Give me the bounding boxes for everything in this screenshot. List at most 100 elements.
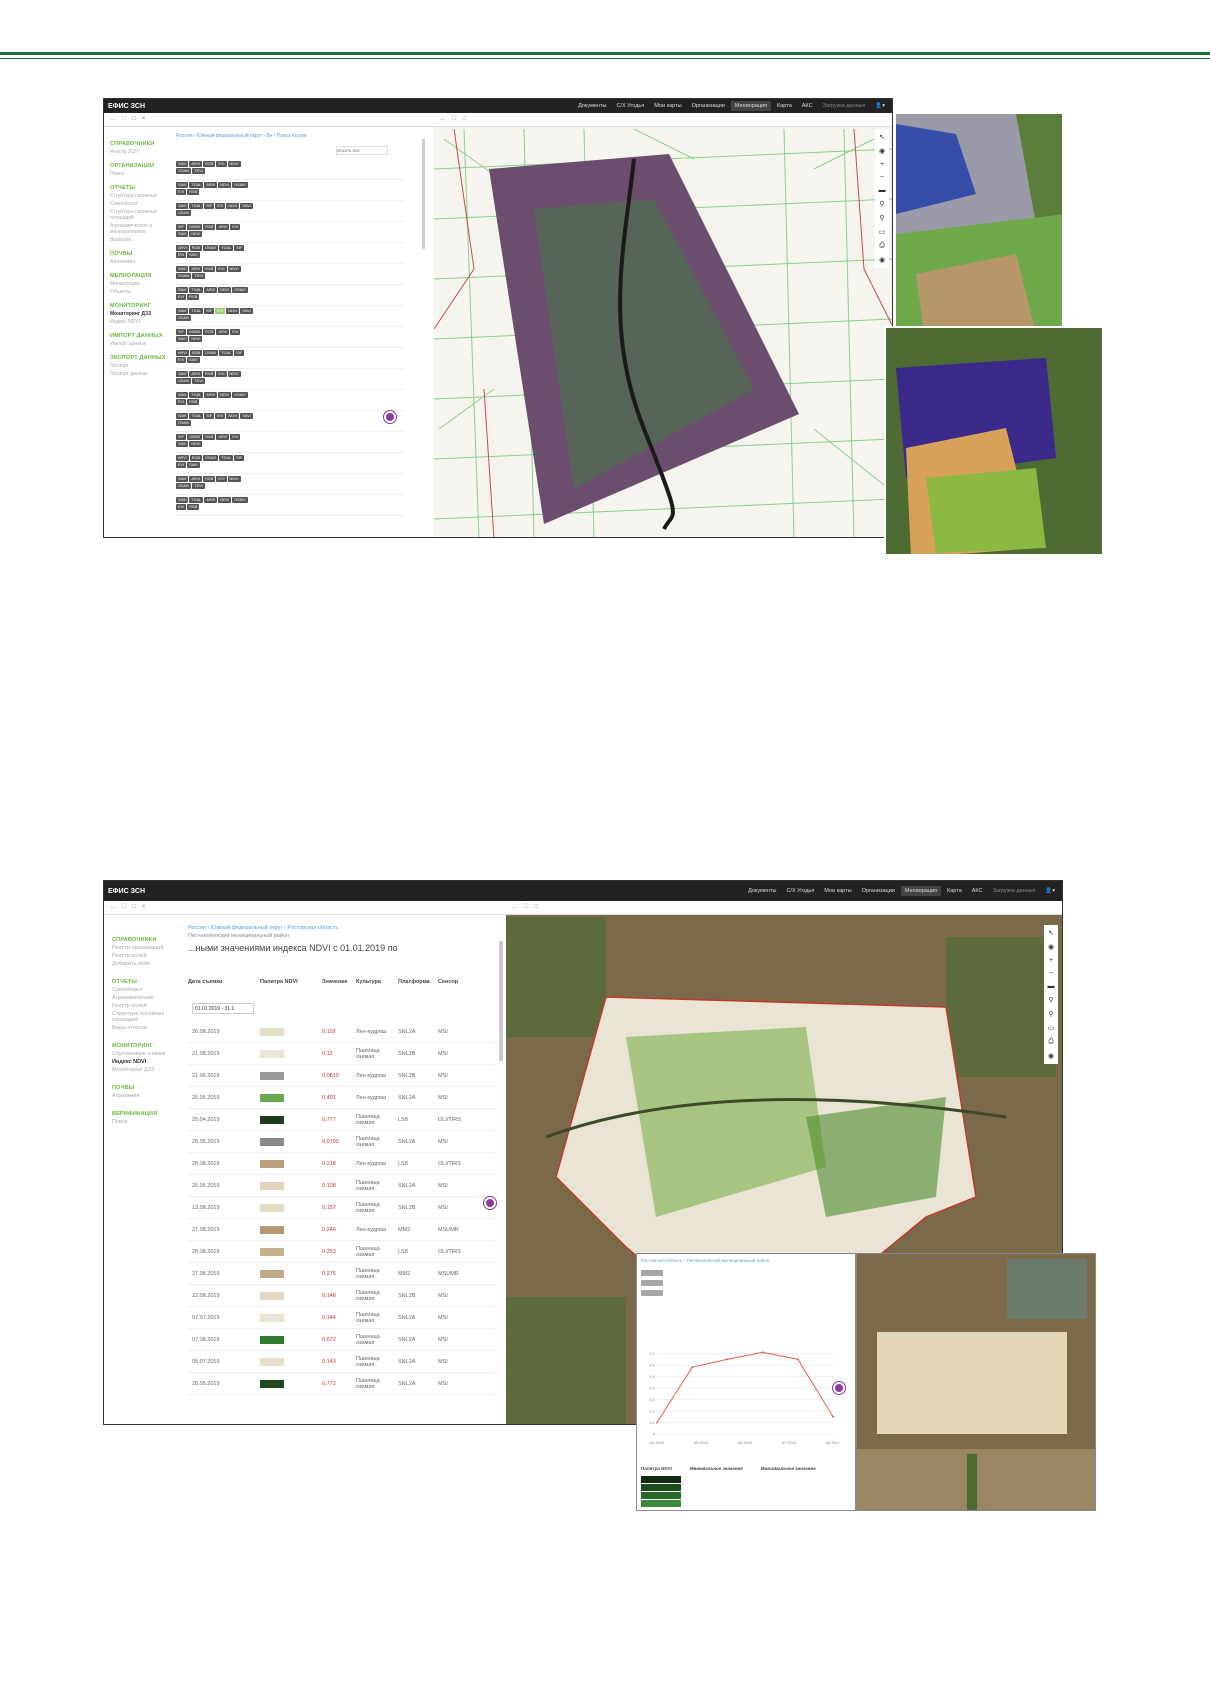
- table-row[interactable]: SAVI TGAL ARVI NDVI OSAVI EVI RGB: [176, 495, 404, 516]
- index-tag[interactable]: EVI: [176, 357, 187, 363]
- index-tag[interactable]: SAVI: [176, 441, 189, 447]
- table-row[interactable]: ARVI RGB OSAVI TGAL SIF EVI SAVI: [176, 243, 404, 264]
- index-tag[interactable]: NDVI: [189, 441, 203, 447]
- breadcrumb[interactable]: Россия › Южный федеральный округ › Росто…: [188, 925, 338, 931]
- index-tag[interactable]: SAVI: [176, 497, 189, 503]
- sidebar-heading[interactable]: ВЕРИФИКАЦИЯ: [112, 1111, 182, 1117]
- table-scrollbar[interactable]: [499, 941, 503, 1061]
- index-tag[interactable]: OSAVI: [203, 245, 219, 251]
- location-icon[interactable]: ◉: [1048, 1052, 1054, 1060]
- index-tag[interactable]: EVI: [176, 399, 187, 405]
- table-row[interactable]: SAVI ARVI RGB EVI NDVI OSAVI TDVI: [176, 159, 404, 180]
- table-row[interactable]: SIF OSAVI RGB ARVI EVI SAVI NDVI: [176, 432, 404, 453]
- back-icon[interactable]: ←: [110, 116, 116, 123]
- index-tag[interactable]: OSAVI: [203, 350, 219, 356]
- index-tag[interactable]: TDVI: [192, 483, 205, 489]
- window-icon[interactable]: □: [534, 904, 538, 911]
- nav-organizations[interactable]: Организации: [858, 886, 899, 896]
- close-icon[interactable]: ×: [142, 904, 146, 911]
- index-tag[interactable]: TGAL: [219, 245, 234, 251]
- index-tag[interactable]: SAVI: [176, 476, 189, 482]
- index-tag[interactable]: SIF: [176, 224, 186, 230]
- print-icon[interactable]: ⎙: [879, 242, 885, 250]
- index-tag[interactable]: RGB: [203, 329, 216, 335]
- pin-icon[interactable]: ⚲: [1048, 996, 1053, 1004]
- ndvi-point[interactable]: [832, 1415, 834, 1418]
- index-tag[interactable]: EVI: [230, 434, 241, 440]
- index-tag[interactable]: SAVI: [176, 371, 189, 377]
- table-row[interactable]: SAVI ARVI RGB EVI NDVI OSAVI TDVI: [176, 264, 404, 285]
- sidebar-heading[interactable]: ОТЧЕТЫ: [110, 185, 172, 191]
- zoom-in-icon[interactable]: +: [1049, 957, 1053, 964]
- sidebar-item[interactable]: Структура посевных площадей: [110, 209, 172, 221]
- sidebar-item[interactable]: Реестр полей: [112, 1003, 182, 1009]
- pin-icon[interactable]: ⚲: [879, 200, 884, 208]
- index-tag[interactable]: NDVI: [189, 336, 203, 342]
- table-row[interactable]: SIF OSAVI RGB ARVI EVI SAVI NDVI: [176, 327, 404, 348]
- layers-icon[interactable]: ◉: [1048, 943, 1054, 951]
- index-tag[interactable]: ARVI: [216, 434, 230, 440]
- expand-icon[interactable]: ⛶: [122, 116, 126, 123]
- index-tag[interactable]: TDVI: [192, 273, 205, 279]
- ndvi-point[interactable]: [691, 1366, 694, 1369]
- sidebar-item[interactable]: Импорт данных: [110, 341, 172, 347]
- map-panel[interactable]: ← ⛶ □: [434, 113, 892, 537]
- index-tag[interactable]: RGB: [203, 476, 216, 482]
- index-tag[interactable]: EVI: [216, 266, 227, 272]
- index-tag[interactable]: ARVI: [204, 182, 218, 188]
- sidebar-item[interactable]: Индекс NDVI: [110, 319, 172, 325]
- index-tag[interactable]: ARVI: [176, 245, 189, 251]
- nav-map[interactable]: Карта: [943, 886, 966, 896]
- table-row[interactable]: 26.05.2019 0.108 Пшеница озимая SNL2A MSI: [188, 1175, 498, 1197]
- index-tag[interactable]: TGAL: [189, 392, 204, 398]
- nav-organizations[interactable]: Организации: [688, 101, 729, 111]
- index-tag[interactable]: SAVI: [176, 266, 189, 272]
- index-tag[interactable]: OSAVI: [232, 497, 248, 503]
- index-tag[interactable]: EVI: [215, 203, 226, 209]
- nav-melioration[interactable]: Мелиорация: [730, 101, 772, 111]
- select-icon[interactable]: ↖: [1048, 929, 1054, 937]
- index-tag[interactable]: SIF: [234, 350, 245, 356]
- sidebar-heading[interactable]: СПРАВОЧНИКИ: [112, 937, 182, 943]
- window-icon[interactable]: □: [462, 116, 466, 123]
- ndvi-point[interactable]: [726, 1358, 729, 1361]
- nav-upload[interactable]: Загрузка данных: [989, 886, 1040, 896]
- index-tag[interactable]: RGB: [189, 245, 203, 251]
- index-tag[interactable]: RGB: [203, 161, 216, 167]
- sidebar-item[interactable]: Выгрузки: [110, 237, 172, 243]
- index-tag[interactable]: EVI: [216, 161, 227, 167]
- table-row[interactable]: ARVI RGB OSAVI TGAL SIF EVI SAVI: [176, 453, 404, 474]
- ndvi-point[interactable]: [761, 1351, 764, 1354]
- index-tag[interactable]: OSAVI: [186, 224, 203, 230]
- index-tag[interactable]: SIF: [234, 245, 245, 251]
- back-icon[interactable]: ←: [440, 116, 446, 123]
- index-tag[interactable]: EVI: [176, 504, 187, 510]
- select-icon[interactable]: ↖: [879, 133, 885, 141]
- nav-my-maps[interactable]: Мои карты: [820, 886, 855, 896]
- nav-melioration[interactable]: Мелиорация: [900, 886, 942, 896]
- index-tag[interactable]: ARVI: [176, 455, 189, 461]
- index-tag[interactable]: SAVI: [240, 203, 253, 209]
- date-filter[interactable]: 01.01.2019 - 31.1: [192, 1003, 254, 1014]
- index-tag[interactable]: SAVI: [176, 182, 189, 188]
- index-tag[interactable]: OSAVI: [186, 329, 203, 335]
- index-tag[interactable]: EVI: [216, 476, 227, 482]
- index-tag[interactable]: ARVI: [204, 392, 218, 398]
- index-tag[interactable]: NDVI: [218, 287, 232, 293]
- index-tag[interactable]: RGB: [203, 434, 216, 440]
- table-row[interactable]: SAVI ARVI RGB EVI NDVI OSAVI TDVI: [176, 369, 404, 390]
- col-platform[interactable]: Платформа: [398, 979, 438, 985]
- sidebar-item[interactable]: Структура посевных площадей: [112, 1011, 182, 1023]
- index-tag[interactable]: SIF: [176, 329, 186, 335]
- index-tag[interactable]: NDVI: [218, 497, 232, 503]
- layers-icon[interactable]: ◉: [879, 147, 885, 155]
- index-tag[interactable]: SAVI: [176, 392, 189, 398]
- index-tag[interactable]: OSAVI: [176, 273, 192, 279]
- index-tag[interactable]: RGB: [187, 504, 200, 510]
- index-tag[interactable]: ARVI: [189, 476, 203, 482]
- index-tag[interactable]: NDVI: [226, 308, 240, 314]
- nav-aks[interactable]: АКС: [798, 101, 817, 111]
- table-row[interactable]: 21.08.2019 0.12 Пшеница озимая SNL2B MSI: [188, 1043, 498, 1065]
- sidebar-heading[interactable]: ОТЧЕТЫ: [112, 979, 182, 985]
- index-tag[interactable]: SAVI: [176, 203, 189, 209]
